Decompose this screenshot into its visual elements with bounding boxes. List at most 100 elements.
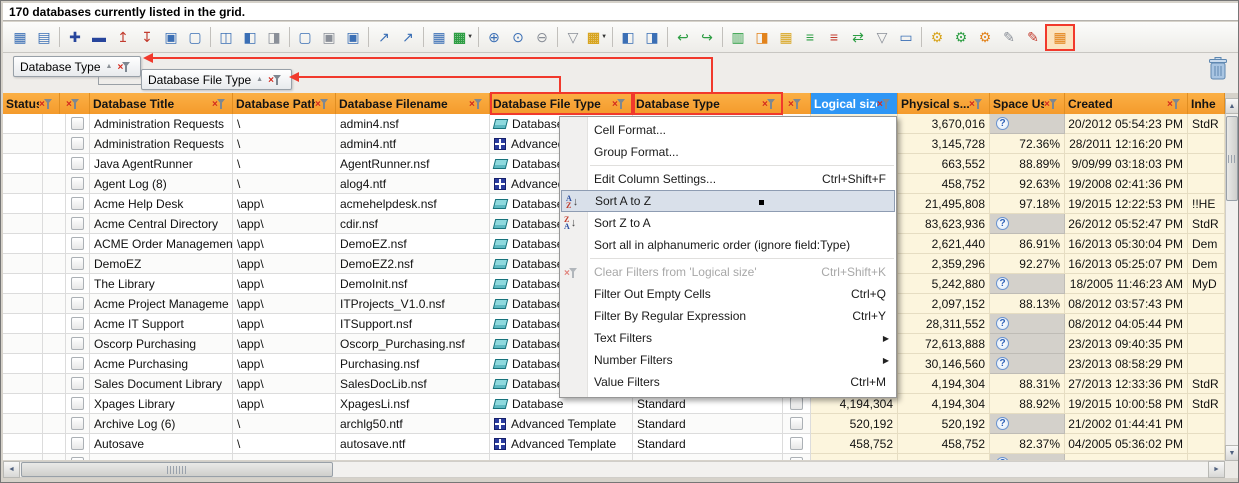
status-cell[interactable] [3,254,43,274]
created-cell[interactable]: 16/2013 05:25:07 PM [1065,254,1188,274]
row-select-cell[interactable] [66,254,90,274]
horizontal-scrollbar[interactable]: ◄ ► [3,461,1225,478]
indent-cell[interactable] [43,234,66,254]
column-header-physical-size[interactable]: Physical s...× [898,93,990,114]
indent-cell[interactable] [43,214,66,234]
indent-cell[interactable] [43,414,66,434]
menu-item-text-filters[interactable]: Text Filters▶ [560,327,896,349]
row-checkbox[interactable] [790,417,803,430]
filename-cell[interactable]: Purchasing.nsf [336,354,490,374]
row-select-cell[interactable] [66,314,90,334]
process-documents-icon[interactable]: ⚙ [925,26,949,49]
column-header-logical-size[interactable]: Logical size× [811,93,898,114]
indent-cell[interactable] [43,314,66,334]
filename-cell[interactable]: acmehelpdesk.nsf [336,194,490,214]
filter-icon[interactable]: ▽ [561,26,585,49]
filename-cell[interactable]: admin4.nsf [336,114,490,134]
row-checkbox[interactable] [71,197,84,210]
group-tree-alt-icon[interactable]: ≡ [822,26,846,49]
title-cell[interactable]: Acme IT Support [90,314,233,334]
column-totals-icon[interactable]: ▥ [726,26,750,49]
split-column-right-icon[interactable]: ◨ [262,26,286,49]
scroll-left-button[interactable]: ◄ [3,461,20,478]
dbtype-cell[interactable]: Standard [633,434,783,454]
inherit-cell[interactable]: !!HE [1188,194,1225,214]
row-select-cell[interactable] [66,234,90,254]
inherit-cell[interactable] [1188,454,1225,460]
row-select-cell[interactable] [66,214,90,234]
column-filter-icon[interactable]: × [788,97,805,110]
created-cell[interactable]: 20/2012 05:54:23 PM [1065,114,1188,134]
grid-manager-icon[interactable]: ▦ [1045,24,1075,51]
space-used-cell[interactable]: 82.37% [990,434,1065,454]
filename-cell[interactable]: ITSupport.nsf [336,314,490,334]
flag-cell[interactable] [783,454,811,460]
collapse-panel-icon[interactable]: ◧ [616,26,640,49]
space-used-cell[interactable]: ? [990,454,1065,460]
row-checkbox[interactable] [71,457,84,460]
inherit-cell[interactable] [1188,174,1225,194]
column-filter-icon[interactable]: × [877,97,894,110]
filter-inactive-icon[interactable]: ▽ [870,26,894,49]
flag-cell[interactable] [783,414,811,434]
row-select-cell[interactable] [66,334,90,354]
indent-cell[interactable] [43,434,66,454]
title-cell[interactable]: Acme Purchasing [90,354,233,374]
filename-cell[interactable]: cdir.nsf [336,214,490,234]
inherit-cell[interactable] [1188,314,1225,334]
physical-size-cell[interactable]: 3,670,016 [898,114,990,134]
zoom-out-icon[interactable]: ⊖ [530,26,554,49]
physical-size-cell[interactable]: 2,621,440 [898,234,990,254]
move-row-down-icon[interactable]: ↧ [135,26,159,49]
column-filter-icon[interactable]: × [1167,97,1184,110]
title-cell[interactable]: Oscorp Purchasing [90,334,233,354]
column-header-inherit[interactable]: Inhe [1188,93,1225,114]
filename-cell[interactable]: ITProjects_V1.0.nsf [336,294,490,314]
dbtype-cell[interactable] [633,454,783,460]
physical-size-cell[interactable]: 21,495,808 [898,194,990,214]
split-column-left-icon[interactable]: ◧ [238,26,262,49]
row-select-cell[interactable] [66,434,90,454]
space-used-cell[interactable]: ? [990,114,1065,134]
zoom-in-icon[interactable]: ⊕ [482,26,506,49]
indent-cell[interactable] [43,394,66,414]
vertical-scroll-thumb[interactable] [1226,116,1238,201]
physical-size-cell[interactable]: 2,359,296 [898,254,990,274]
row-select-cell[interactable] [66,154,90,174]
filename-cell[interactable]: Oscorp_Purchasing.nsf [336,334,490,354]
menu-item-group-format[interactable]: Group Format... [560,141,896,163]
created-cell[interactable]: 19/2015 12:22:53 PM [1065,194,1188,214]
edit-document-icon[interactable]: ✎ [997,26,1021,49]
status-cell[interactable] [3,354,43,374]
path-cell[interactable]: \app\ [233,374,336,394]
row-select-cell[interactable] [66,274,90,294]
horizontal-scroll-thumb[interactable] [21,462,333,477]
filename-cell[interactable]: SalesDocLib.nsf [336,374,490,394]
flag-cell[interactable] [783,434,811,454]
inherit-cell[interactable]: Dem [1188,254,1225,274]
created-cell[interactable]: 18/2005 11:46:23 AM [1065,274,1188,294]
space-used-cell[interactable]: 97.18% [990,194,1065,214]
created-cell[interactable]: 08/2012 03:57:43 PM [1065,294,1188,314]
import-values-icon[interactable]: ↩ [671,26,695,49]
indent-cell[interactable] [43,274,66,294]
space-used-cell[interactable]: ? [990,274,1065,294]
filename-cell[interactable]: autosave.ntf [336,434,490,454]
menu-item-sort-alphanumeric[interactable]: Sort all in alphanumeric order (ignore f… [560,234,896,256]
scroll-down-button[interactable]: ▼ [1225,445,1239,461]
indent-cell[interactable] [43,254,66,274]
title-cell[interactable]: Sales Document Library [90,374,233,394]
title-cell[interactable]: ACME Order Managemen [90,234,233,254]
row-checkbox[interactable] [71,217,84,230]
column-filter-icon[interactable]: × [969,97,986,110]
column-header-database-title[interactable]: Database Title× [90,93,233,114]
add-databases-icon[interactable]: ✚ [63,26,87,49]
created-cell[interactable]: 28/2011 12:16:20 PM [1065,134,1188,154]
title-cell[interactable]: The Library [90,274,233,294]
title-cell[interactable]: Acme Help Desk [90,194,233,214]
add-grid-icon[interactable]: ▦▼ [585,26,609,49]
physical-size-cell[interactable]: 663,552 [898,154,990,174]
select-range-icon[interactable]: ▢ [293,26,317,49]
created-cell[interactable] [1065,454,1188,460]
row-select-cell[interactable] [66,114,90,134]
